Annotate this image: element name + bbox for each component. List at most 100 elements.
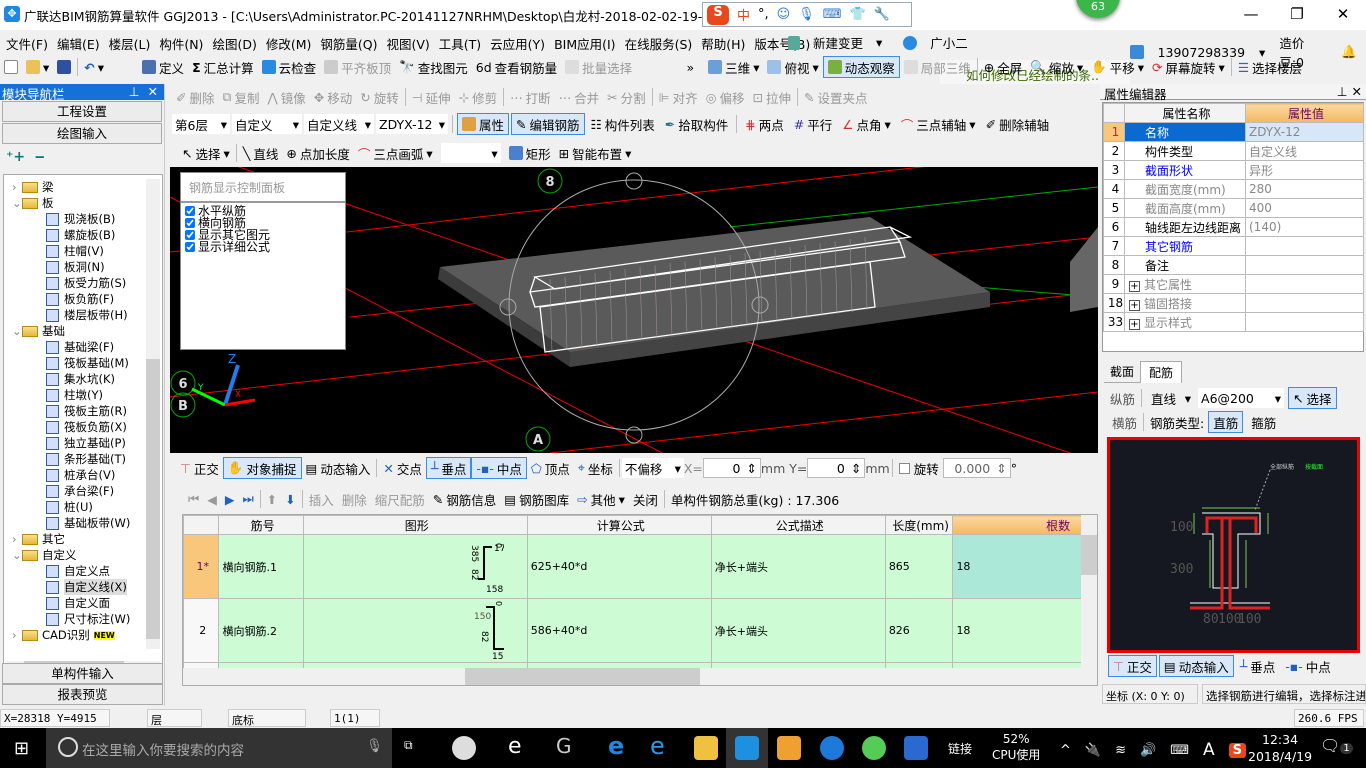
arc-mode-select[interactable]: ▾ [440, 143, 501, 163]
offset-mode-select[interactable]: 不偏移 ▾ [621, 458, 684, 478]
grid-horizontal-scrollbar[interactable] [183, 668, 1097, 685]
menu-item[interactable]: 钢筋量(Q) [320, 34, 377, 53]
windows-start-icon[interactable]: ⊞ [14, 738, 29, 759]
draw-input-button[interactable]: 绘图输入 [2, 123, 162, 144]
pick-component-button[interactable]: ✒ 拾取构件 [661, 113, 733, 135]
dynamic-input-toggle[interactable]: ▤ 动态输入 [302, 457, 375, 479]
tree-item[interactable]: 板受力筋(S) [4, 275, 162, 291]
edit-tool-button[interactable]: ⊡ 拉伸 [749, 86, 796, 108]
open-file-button[interactable]: ▾ [22, 56, 53, 78]
top-view-button[interactable]: 俯视 ▾ [763, 56, 822, 78]
three-point-axis-button[interactable]: ⌒ 三点辅轴 ▾ [897, 113, 980, 135]
menu-item[interactable]: 在线服务(S) [625, 34, 693, 53]
property-row[interactable]: 1 名称 ZDYX-12 [1103, 122, 1364, 142]
property-name[interactable]: 截面形状 [1124, 160, 1246, 180]
property-row[interactable]: 5 截面高度(mm) 400 [1103, 198, 1364, 218]
property-value[interactable]: 280 [1245, 179, 1364, 199]
notification-badge[interactable]: 63 [1076, 0, 1120, 18]
rect-button[interactable]: 矩形 [505, 142, 555, 164]
component-select[interactable]: ZDYX-12 ▾ [376, 114, 448, 134]
property-row[interactable]: 3 截面形状 异形 [1103, 160, 1364, 180]
property-value[interactable] [1245, 274, 1364, 294]
tree-item[interactable]: 桩(U) [4, 499, 162, 515]
tree-item[interactable]: 条形基础(T) [4, 451, 162, 467]
smart-layout-button[interactable]: ⊞ 智能布置 ▾ [555, 142, 636, 164]
close-props-icon[interactable]: ✕ [1352, 84, 1362, 99]
property-row[interactable]: 6 轴线距左边线距离 (140) [1103, 217, 1364, 237]
define-button[interactable]: 定义 [138, 56, 188, 78]
save-button[interactable] [53, 56, 75, 78]
column-header[interactable]: 公式描述 [710, 515, 886, 535]
edit-tool-button[interactable]: ⊣ 延伸 [408, 86, 455, 108]
tree-item[interactable]: 筏板主筋(R) [4, 403, 162, 419]
column-header[interactable]: 筋号 [218, 515, 304, 535]
property-name[interactable]: + 显示样式 [1124, 312, 1246, 332]
rebar-shape[interactable]: 385170821580 [302, 534, 528, 599]
stirrup-button[interactable]: 箍筋 [1247, 411, 1280, 433]
coordinate-snap[interactable]: ⌖ 坐标 [574, 457, 617, 479]
screen-rotate-button[interactable]: ⟳ 屏幕旋转 ▾ [1148, 56, 1229, 78]
rotate-input[interactable]: 0.000 ⇕ [942, 458, 1011, 478]
project-settings-button[interactable]: 工程设置 [2, 101, 162, 122]
chevron-right-icon[interactable]: › [4, 628, 18, 642]
tree-item[interactable]: 现浇板(B) [4, 211, 162, 227]
skin-icon[interactable]: 👕 [850, 7, 866, 22]
component-list-button[interactable]: ☷ 构件列表 [587, 113, 659, 135]
cell-length[interactable]: 865 [884, 534, 954, 599]
edit-tool-button[interactable]: ✂ 分割 [603, 86, 650, 108]
input-method[interactable]: A [1203, 740, 1215, 760]
property-value[interactable]: ZDYX-12 [1245, 122, 1364, 142]
tree-item[interactable]: 柱帽(V) [4, 243, 162, 259]
tree-item[interactable]: 板洞(N) [4, 259, 162, 275]
rebar-name[interactable]: 横向钢筋.2 [218, 598, 304, 663]
swirl-app-icon[interactable]: G [556, 734, 572, 758]
property-name[interactable]: + 锚固搭接 [1124, 293, 1246, 313]
menu-item[interactable]: 工具(T) [439, 34, 481, 53]
close-button[interactable]: ✕ [1320, 0, 1366, 30]
delete-row-button[interactable]: 删除 [338, 488, 371, 510]
menu-item[interactable]: 构件(N) [159, 34, 203, 53]
category-select[interactable]: 自定义 ▾ [232, 114, 302, 134]
chevron-down-icon[interactable]: ⌄ [4, 196, 22, 210]
ie-icon[interactable]: e [650, 732, 665, 760]
chevron-right-icon[interactable]: › [4, 532, 18, 546]
tab-section[interactable]: 截面 [1104, 361, 1141, 383]
cell-count[interactable]: 18 [952, 598, 1097, 663]
display-checkbox[interactable]: 显示详细公式 [181, 241, 345, 253]
volume-icon[interactable]: 🔊 [1140, 743, 1156, 758]
grid-vertical-scrollbar[interactable] [1081, 515, 1097, 670]
property-row[interactable]: 18 + 锚固搭接 [1103, 293, 1364, 313]
edit-rebar-button[interactable]: ✎ 编辑钢筋 [511, 113, 585, 135]
checkbox[interactable] [185, 230, 195, 240]
fullscreen-button[interactable]: ⊕ 全屏 [980, 56, 1027, 78]
rebar-name[interactable]: 横向钢筋.1 [218, 534, 304, 599]
g-app-icon[interactable] [820, 736, 844, 760]
minimize-button[interactable]: — [1228, 0, 1274, 30]
tree-item[interactable]: ⌄ 自定义 [4, 547, 162, 563]
tree-item[interactable]: 螺旋板(B) [4, 227, 162, 243]
menu-item[interactable]: 楼层(L) [109, 34, 151, 53]
cell-desc[interactable]: 净长+端头 [710, 598, 886, 663]
property-row[interactable]: 9 + 其它属性 [1103, 274, 1364, 294]
checkbox[interactable] [185, 206, 195, 216]
tree-item[interactable]: 桩承台(V) [4, 467, 162, 483]
batch-select-button[interactable]: 批量选择 [561, 56, 636, 78]
ie-old-icon[interactable]: e [508, 734, 522, 759]
new-change-menu[interactable]: 新建变更 [813, 33, 863, 52]
edit-tool-button[interactable]: ⋯ 打断 [506, 86, 555, 108]
property-value[interactable] [1245, 293, 1364, 313]
property-row[interactable]: 4 截面宽度(mm) 280 [1103, 179, 1364, 199]
chevron-down-icon[interactable]: ⌄ [4, 548, 22, 562]
3d-viewport[interactable]: 8 6 B A Z Y X 钢筋显示控制面板 水平纵筋 横向钢筋 显示其它图元 显示详… [170, 167, 1098, 453]
move-up-button[interactable]: ⬆ [263, 488, 281, 510]
other-button[interactable]: ⇨ 其他 ▾ [573, 488, 629, 510]
property-value[interactable]: 异形 [1245, 160, 1364, 180]
tree-vertical-scrollbar[interactable] [146, 179, 160, 649]
tree-item[interactable]: 筏板基础(M) [4, 355, 162, 371]
ime-toolbar[interactable]: S 中 °, ☺ 🎙 ⌨ 👕 🔧 [702, 2, 912, 27]
edge-icon[interactable]: e [608, 732, 624, 760]
pan-button[interactable]: ✋ 平移 ▾ [1087, 56, 1148, 78]
column-header[interactable]: 计算公式 [526, 515, 712, 535]
table-row[interactable]: 1*横向钢筋.1385170821580625+40*d净长+端头865180 [183, 534, 1097, 599]
cloud-check-button[interactable]: 云检查 [258, 56, 321, 78]
